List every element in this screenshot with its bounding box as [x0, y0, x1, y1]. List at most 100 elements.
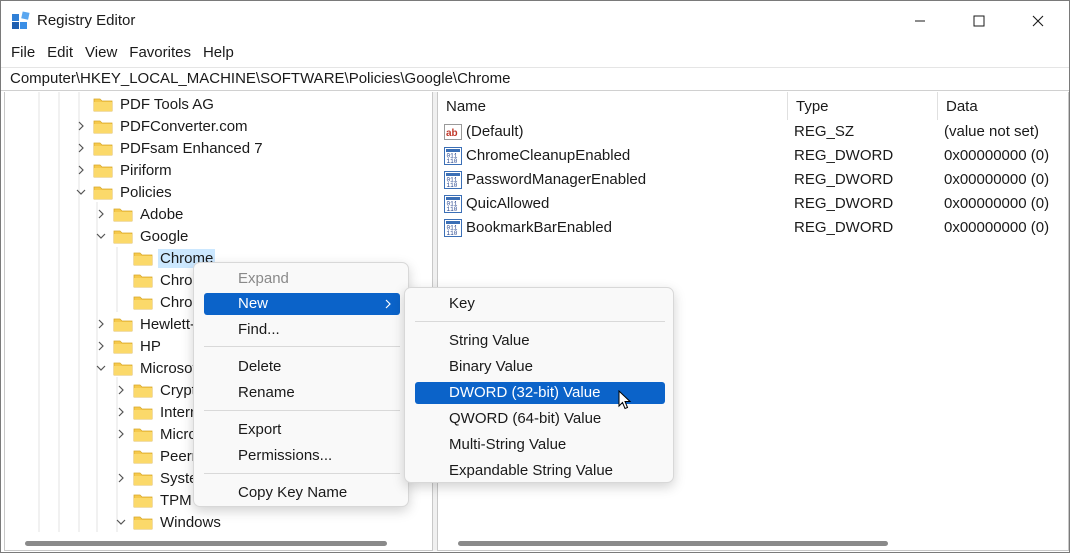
chevron-right-icon[interactable]	[95, 208, 107, 220]
tree-item[interactable]: Windows	[115, 511, 223, 533]
value-name: PasswordManagerEnabled	[466, 171, 647, 188]
chevron-down-icon[interactable]	[95, 230, 107, 242]
ctx-rename[interactable]: Rename	[204, 382, 400, 404]
folder-icon	[113, 318, 133, 332]
ctx-new[interactable]: New	[204, 293, 400, 315]
tree-item[interactable]: Policies	[75, 181, 174, 203]
chevron-right-icon[interactable]	[75, 164, 87, 176]
menu-favorites[interactable]: Favorites	[123, 41, 197, 65]
folder-icon	[133, 296, 153, 310]
svg-text:110: 110	[447, 182, 458, 189]
chevron-right-icon[interactable]	[95, 318, 107, 330]
maximize-button[interactable]	[950, 1, 1008, 41]
folder-icon	[133, 450, 153, 464]
chevron-down-icon[interactable]	[75, 186, 87, 198]
chevron-right-icon[interactable]	[115, 384, 127, 396]
folder-icon	[113, 340, 133, 354]
folder-icon	[113, 208, 133, 222]
chevron-right-icon[interactable]	[115, 428, 127, 440]
ctx-export[interactable]: Export	[204, 419, 400, 441]
tree-item[interactable]: Intern	[115, 401, 200, 423]
value-type: REG_DWORD	[794, 147, 894, 164]
folder-icon	[93, 164, 113, 178]
chevron-down-icon[interactable]	[95, 362, 107, 374]
new-binary-value[interactable]: Binary Value	[415, 356, 665, 378]
ctx-delete[interactable]: Delete	[204, 356, 400, 378]
ctx-new-label: New	[238, 295, 269, 312]
expander-placeholder	[115, 252, 127, 264]
value-name: (Default)	[466, 123, 524, 140]
new-multi-string-value[interactable]: Multi-String Value	[415, 434, 665, 456]
value-row[interactable]: 011 110 PasswordManagerEnabled REG_DWORD 0x0…	[438, 168, 1068, 192]
chevron-right-icon[interactable]	[75, 120, 87, 132]
list-horizontal-scrollbar[interactable]	[438, 538, 1068, 548]
tree-item-label: PDFsam Enhanced 7	[120, 139, 263, 157]
value-type: REG_DWORD	[794, 171, 894, 188]
ctx-separator	[204, 473, 400, 474]
chevron-right-icon[interactable]	[115, 472, 127, 484]
folder-icon	[133, 384, 153, 398]
menu-file[interactable]: File	[5, 41, 41, 65]
tree-item[interactable]: Microsof	[95, 357, 199, 379]
minimize-button[interactable]	[891, 1, 949, 41]
tree-item[interactable]: Syster	[115, 467, 205, 489]
tree-scroll-thumb[interactable]	[25, 541, 387, 546]
new-qword-value[interactable]: QWORD (64-bit) Value	[415, 408, 665, 430]
ctx-copy-key-name[interactable]: Copy Key Name	[204, 482, 400, 504]
column-header-data[interactable]: Data	[938, 92, 1068, 120]
value-type: REG_DWORD	[794, 219, 894, 236]
title-bar[interactable]: Registry Editor	[1, 1, 1069, 41]
tree-item[interactable]: PDF Tools AG	[75, 93, 216, 115]
registry-icon	[12, 11, 30, 29]
registry-editor-window: Registry Editor File Edit View Favorites…	[0, 0, 1070, 553]
minimize-icon	[915, 20, 925, 22]
tree-item-label: Windows	[160, 513, 221, 531]
ctx-expand[interactable]: Expand	[204, 268, 400, 290]
tree-horizontal-scrollbar[interactable]	[5, 538, 432, 548]
tree-item[interactable]: PDFsam Enhanced 7	[75, 137, 265, 159]
folder-icon	[133, 494, 153, 508]
ctx-find[interactable]: Find...	[204, 319, 400, 341]
column-header-name[interactable]: Name	[438, 92, 788, 120]
value-row[interactable]: 011 110 BookmarkBarEnabled REG_DWORD 0x00000…	[438, 216, 1068, 240]
expander-placeholder	[115, 274, 127, 286]
menu-edit[interactable]: Edit	[41, 41, 79, 65]
new-key[interactable]: Key	[415, 293, 665, 315]
value-data: 0x00000000 (0)	[944, 195, 1050, 212]
tree-item[interactable]: TPM	[115, 489, 194, 511]
list-scroll-thumb[interactable]	[458, 541, 888, 546]
tree-item[interactable]: Piriform	[75, 159, 174, 181]
tree-item[interactable]: PDFConverter.com	[75, 115, 250, 137]
new-string-value[interactable]: String Value	[415, 330, 665, 352]
tree-item[interactable]: Micro	[115, 423, 199, 445]
chevron-right-icon[interactable]	[95, 340, 107, 352]
new-expandable-string-value[interactable]: Expandable String Value	[415, 460, 665, 482]
column-header-type[interactable]: Type	[788, 92, 938, 120]
value-data: 0x00000000 (0)	[944, 219, 1050, 236]
tree-item[interactable]: Google	[95, 225, 190, 247]
tree-item-label: Google	[140, 227, 189, 245]
value-row[interactable]: 011 110 ChromeCleanupEnabled REG_DWORD 0x000…	[438, 144, 1068, 168]
ctx-separator	[204, 410, 400, 411]
folder-icon	[133, 472, 153, 486]
chevron-down-icon[interactable]	[115, 516, 127, 528]
value-data: 0x00000000 (0)	[944, 171, 1050, 188]
value-row[interactable]: 011 110 QuicAllowed REG_DWORD 0x00000000 (0)	[438, 192, 1068, 216]
tree-item[interactable]: HP	[95, 335, 163, 357]
tree-item[interactable]: Hewlett-	[95, 313, 197, 335]
address-bar[interactable]: Computer\HKEY_LOCAL_MACHINE\SOFTWARE\Pol…	[1, 67, 1069, 91]
menu-view[interactable]: View	[79, 41, 123, 65]
ctx-permissions[interactable]: Permissions...	[204, 445, 400, 467]
menu-bar: File Edit View Favorites Help	[1, 41, 1069, 65]
close-button[interactable]	[1009, 1, 1067, 41]
tree-item-label: Hewlett-	[140, 315, 196, 333]
chevron-right-icon[interactable]	[75, 142, 87, 154]
chevron-right-icon[interactable]	[115, 406, 127, 418]
value-row[interactable]: ab (Default) REG_SZ (value not set)	[438, 120, 1068, 144]
tree-item[interactable]: Peern	[115, 445, 202, 467]
svg-text:110: 110	[447, 206, 458, 213]
expander-placeholder	[75, 98, 87, 110]
svg-text:ab: ab	[446, 128, 458, 139]
tree-item[interactable]: Adobe	[95, 203, 185, 225]
menu-help[interactable]: Help	[197, 41, 240, 65]
